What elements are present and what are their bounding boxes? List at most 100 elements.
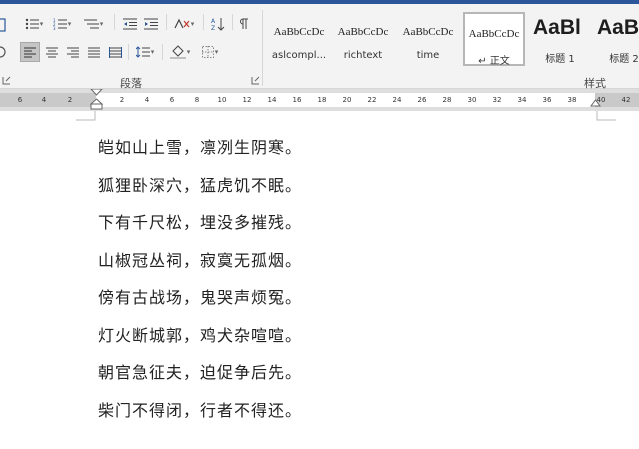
ruler-tick-label: 10 [217, 96, 227, 104]
separator [166, 14, 167, 30]
separator [203, 14, 204, 30]
style-name: aslcompl... [271, 50, 327, 61]
ruler-tick-label: 30 [467, 96, 477, 104]
align-right-button[interactable] [63, 42, 83, 62]
right-indent-marker-icon[interactable] [590, 99, 601, 110]
horizontal-ruler[interactable]: 6 4 2 2 4 6 8 10 12 14 16 18 20 22 24 26 28 30 32 34 36 38 40 4… [0, 89, 639, 111]
ruler-tick-label: 26 [417, 96, 427, 104]
svg-text:Z: Z [211, 25, 215, 31]
increase-indent-icon [144, 18, 158, 30]
style-name: richtext [343, 50, 383, 61]
multilevel-list-icon [83, 19, 99, 29]
increase-indent-button[interactable] [141, 14, 161, 34]
bullets-button[interactable]: ▾ [22, 14, 46, 34]
style-sample: AaBbCcDc [337, 26, 389, 38]
svg-text:3: 3 [53, 26, 56, 30]
justify-icon [88, 47, 100, 57]
partial-left-button-2[interactable] [0, 42, 6, 62]
decrease-indent-button[interactable] [120, 14, 140, 34]
ruler-tick-label: 42 [621, 96, 631, 104]
style-name: 标题 1 [545, 54, 575, 65]
ribbon: ▾ 1 2 3 ▾ ▾ ▾ AZ ▾ ▾ ▾ 段落 样式 AaBbCcDc as… [0, 4, 639, 90]
borders-button[interactable]: ▾ [196, 42, 224, 62]
ruler-tick-label: 2 [67, 96, 73, 104]
sort-icon: AZ [211, 18, 225, 31]
ruler-tick-label: 32 [492, 96, 502, 104]
document-page[interactable]: 皑如山上雪，凛冽生阴寒。 狐狸卧深穴，猛虎饥不眠。 下有千尺松，埋没多摧残。 山椒冠丛… [0, 111, 639, 449]
partial-left-button[interactable] [0, 15, 6, 35]
paragraph-line[interactable]: 灯火断城郭，鸡犬杂喧喧。 [98, 322, 302, 346]
style-tile[interactable]: AaBl 标题 1 [529, 12, 591, 66]
style-sample: AaBbCcDc [468, 28, 520, 40]
show-hide-marks-button[interactable] [236, 14, 254, 34]
styles-gallery: AaBbCcDc aslcompl... AaBbCcDc richtext AaBbC… [266, 10, 639, 68]
style-name: time [416, 50, 440, 61]
style-sample: AaBbCcDc [273, 26, 325, 38]
separator [114, 14, 115, 30]
chinese-layout-button[interactable]: ▾ [170, 14, 198, 34]
ruler-tick-label: 38 [567, 96, 577, 104]
ruler-tick-label: 18 [317, 96, 327, 104]
align-right-icon [67, 47, 79, 57]
ruler-tick-label: 16 [292, 96, 302, 104]
style-sample: AaBl [533, 16, 581, 39]
margin-corner-mark-left [76, 111, 96, 121]
paragraph-line[interactable]: 下有千尺松，埋没多摧残。 [98, 209, 302, 233]
style-tile[interactable]: AaBbCcDc ↵ 正文 [463, 12, 525, 67]
distributed-button[interactable] [105, 42, 125, 62]
style-tile[interactable]: AaBl 标题 2 [593, 12, 639, 66]
paragraph-line[interactable]: 狐狸卧深穴，猛虎饥不眠。 [98, 172, 302, 196]
ruler-tick-label: 6 [169, 96, 175, 104]
sort-button[interactable]: AZ [207, 14, 229, 34]
paragraph-line[interactable]: 柴门不得闭，行者不得还。 [98, 397, 302, 421]
font-dialog-launcher-icon[interactable] [2, 76, 11, 85]
indent-marker-icon[interactable] [90, 89, 103, 111]
paragraph-line[interactable]: 傍有古战场，鬼哭声烦冤。 [98, 284, 302, 308]
paragraph-mark-icon [240, 18, 248, 29]
line-spacing-button[interactable]: ▾ [132, 42, 158, 62]
ruler-tick-label: 24 [392, 96, 402, 104]
ruler-left-margin [0, 93, 96, 107]
margin-corner-mark-right [596, 111, 616, 121]
bullets-icon [25, 18, 39, 30]
align-left-button[interactable] [20, 42, 40, 62]
ruler-tick-label: 12 [242, 96, 252, 104]
style-tile[interactable]: AaBbCcDc richtext [332, 12, 394, 66]
style-tile[interactable]: AaBbCcDc time [397, 12, 459, 66]
borders-icon [201, 46, 214, 58]
ruler-tick-label: 8 [194, 96, 200, 104]
separator [232, 14, 233, 30]
partial-circle-icon [0, 46, 6, 58]
numbering-button[interactable]: 1 2 3 ▾ [50, 14, 74, 34]
ruler-tick-label: 2 [119, 96, 125, 104]
ruler-tick-label: 22 [367, 96, 377, 104]
ruler-tick-label: 14 [267, 96, 277, 104]
style-name: 标题 2 [609, 54, 639, 65]
separator [162, 44, 163, 60]
ruler-tick-label: 34 [517, 96, 527, 104]
style-tile[interactable]: AaBbCcDc aslcompl... [268, 12, 330, 66]
ruler-tick-label: 4 [144, 96, 150, 104]
justify-button[interactable] [84, 42, 104, 62]
group-separator [262, 10, 263, 86]
ruler-tick-label: 6 [17, 96, 23, 104]
paragraph-dialog-launcher-icon[interactable] [251, 76, 260, 85]
partial-icon [0, 18, 6, 32]
align-center-button[interactable] [42, 42, 62, 62]
line-spacing-icon [135, 46, 150, 58]
align-left-icon [24, 47, 36, 57]
paragraph-line[interactable]: 朝官急征夫，迫促争后先。 [98, 359, 302, 383]
paragraph-line[interactable]: 山椒冠丛祠，寂寞无孤烟。 [98, 247, 302, 271]
chinese-layout-icon [174, 18, 190, 29]
ruler-tick-label: 28 [442, 96, 452, 104]
paragraph-line[interactable]: 皑如山上雪，凛冽生阴寒。 [98, 134, 302, 158]
decrease-indent-icon [123, 18, 137, 30]
distributed-icon [108, 46, 122, 58]
ruler-tick-label: 20 [342, 96, 352, 104]
style-sample: AaBbCcDc [402, 26, 454, 38]
multilevel-list-button[interactable]: ▾ [78, 14, 108, 34]
paint-bucket-icon [169, 45, 186, 59]
numbering-icon: 123 [53, 18, 67, 30]
shading-button[interactable]: ▾ [166, 42, 194, 62]
ruler-tick-label: 36 [542, 96, 552, 104]
